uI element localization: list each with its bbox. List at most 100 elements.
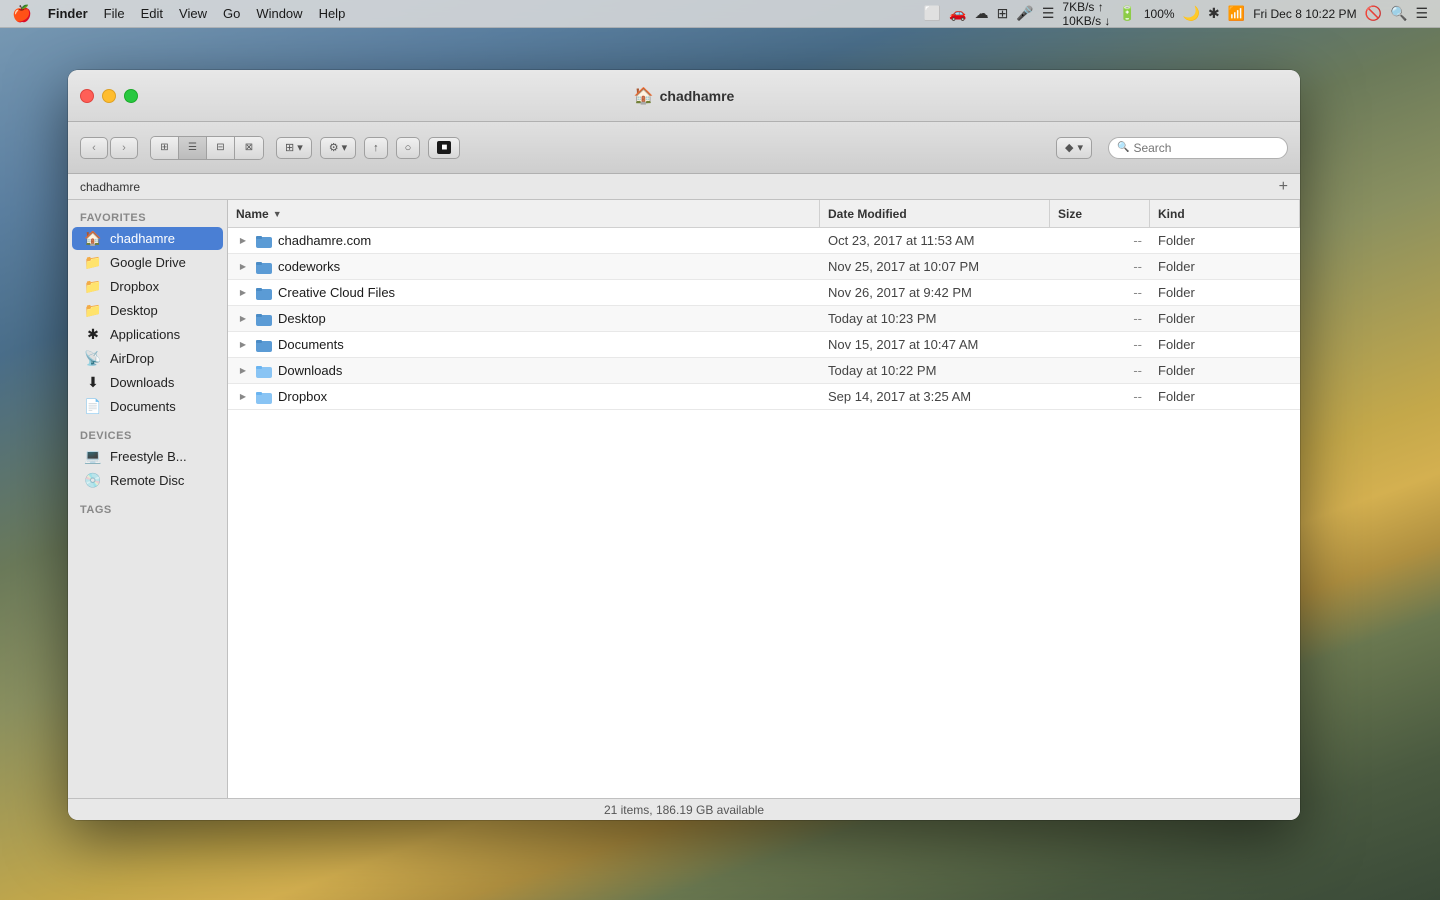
action-icon: ⊞ [285,141,294,154]
menubar-car-icon: 🚗 [949,5,966,22]
column-view-button[interactable]: ⊟ [207,137,235,159]
size-column-header[interactable]: Size [1050,200,1150,227]
statusbar-label: 21 items, 186.19 GB available [604,803,764,817]
apple-menu[interactable]: 🍎 [12,4,32,24]
menubar-view[interactable]: View [179,6,207,21]
date-column-header[interactable]: Date Modified [820,200,1050,227]
table-row[interactable]: ▶ Documents Nov 15, 2017 at 10:47 AM -- … [228,332,1300,358]
icon-view-button[interactable]: ⊞ [151,137,179,159]
table-row[interactable]: ▶ Downloads Today at 10:22 PM -- Folder [228,358,1300,384]
menubar-file[interactable]: File [104,6,125,21]
search-input[interactable] [1133,141,1279,155]
gallery-view-icon: ⊠ [245,142,253,153]
airdrop-icon: 📡 [84,350,102,367]
expand-arrow-icon[interactable]: ▶ [236,288,250,297]
file-rows-container: ▶ chadhamre.com Oct 23, 2017 at 11:53 AM… [228,228,1300,410]
expand-arrow-icon[interactable]: ▶ [236,366,250,375]
folder-icon [256,260,272,274]
menubar-list-icon: ☰ [1042,5,1055,22]
expand-arrow-icon[interactable]: ▶ [236,340,250,349]
menubar-edit[interactable]: Edit [141,6,163,21]
file-name-label: Downloads [278,363,342,378]
table-row[interactable]: ▶ chadhamre.com Oct 23, 2017 at 11:53 AM… [228,228,1300,254]
titlebar-home-icon: 🏠 [634,86,654,106]
toolbar-navigation: ‹ › [80,137,138,159]
kind-header-label: Kind [1158,207,1185,221]
forward-button[interactable]: › [110,137,138,159]
dropbox-arrow: ▾ [1077,141,1083,154]
file-kind-cell: Folder [1150,311,1300,326]
sidebar-item-desktop[interactable]: 📁 Desktop [72,299,223,322]
table-row[interactable]: ▶ Desktop Today at 10:23 PM -- Folder [228,306,1300,332]
sidebar-item-label-dropbox: Dropbox [110,279,159,294]
column-headers: Name ▼ Date Modified Size Kind [228,200,1300,228]
menubar-help[interactable]: Help [319,6,346,21]
menubar-finder[interactable]: Finder [48,6,88,21]
back-button[interactable]: ‹ [80,137,108,159]
remote-disc-icon: 💿 [84,472,102,489]
google-drive-icon: 📁 [84,254,102,271]
table-row[interactable]: ▶ codeworks Nov 25, 2017 at 10:07 PM -- … [228,254,1300,280]
name-column-header[interactable]: Name ▼ [228,200,820,227]
menubar-mic-icon: 🎤 [1016,5,1033,22]
kind-column-header[interactable]: Kind [1150,200,1300,227]
terminal-button[interactable]: ■ [428,137,460,159]
date-header-label: Date Modified [828,207,907,221]
folder-icon [256,312,272,326]
sidebar-item-dropbox[interactable]: 📁 Dropbox [72,275,223,298]
tag-button[interactable]: ○ [396,137,421,159]
settings-icon: ⚙ [329,141,339,154]
file-name-cell: ▶ Dropbox [228,389,820,404]
settings-button[interactable]: ⚙ ▾ [320,137,356,159]
menubar-moon-icon: 🌙 [1183,5,1200,22]
file-size-cell: -- [1050,389,1150,404]
table-row[interactable]: ▶ Dropbox Sep 14, 2017 at 3:25 AM -- Fol… [228,384,1300,410]
sidebar-section-devices: Devices [68,426,227,444]
finder-window: 🏠 chadhamre ‹ › ⊞ ☰ ⊟ ⊠ [68,70,1300,820]
freestyle-icon: 💻 [84,448,102,465]
empty-space [228,410,1300,798]
dropbox-button[interactable]: ◆ ▾ [1056,137,1092,159]
action-button[interactable]: ⊞ ▾ [276,137,312,159]
sidebar-item-google-drive[interactable]: 📁 Google Drive [72,251,223,274]
list-view-button[interactable]: ☰ [179,137,207,159]
sidebar-item-chadhamre[interactable]: 🏠 chadhamre [72,227,223,250]
sidebar-item-label-applications: Applications [110,327,180,342]
search-bar[interactable]: 🔍 [1108,137,1288,159]
menubar-go[interactable]: Go [223,6,240,21]
maximize-button[interactable] [124,89,138,103]
desktop-icon: 📁 [84,302,102,319]
add-tab-button[interactable]: + [1279,179,1288,195]
sidebar-item-applications[interactable]: ✱ Applications [72,323,223,346]
file-name-label: Creative Cloud Files [278,285,395,300]
expand-arrow-icon[interactable]: ▶ [236,392,250,401]
file-name-cell: ▶ chadhamre.com [228,233,820,248]
file-size-cell: -- [1050,233,1150,248]
menubar-menu-icon[interactable]: ☰ [1415,5,1428,22]
table-row[interactable]: ▶ Creative Cloud Files Nov 26, 2017 at 9… [228,280,1300,306]
expand-arrow-icon[interactable]: ▶ [236,262,250,271]
file-size-cell: -- [1050,259,1150,274]
menubar-battery-icon: 🔋 [1118,5,1135,22]
column-view-icon: ⊟ [216,142,224,153]
close-button[interactable] [80,89,94,103]
gallery-view-button[interactable]: ⊠ [235,137,263,159]
pathbar-label: chadhamre [80,180,140,194]
file-date-cell: Today at 10:22 PM [820,363,1050,378]
share-button[interactable]: ↑ [364,137,388,159]
downloads-icon: ⬇ [84,374,102,391]
menubar-search-icon[interactable]: 🔍 [1390,5,1407,22]
sidebar-item-remote-disc[interactable]: 💿 Remote Disc [72,469,223,492]
file-name-label: Desktop [278,311,326,326]
expand-arrow-icon[interactable]: ▶ [236,236,250,245]
sidebar-section-favorites: Favorites [68,208,227,226]
sidebar-item-freestyle-b[interactable]: 💻 Freestyle B... [72,445,223,468]
expand-arrow-icon[interactable]: ▶ [236,314,250,323]
sidebar-item-downloads[interactable]: ⬇ Downloads [72,371,223,394]
menubar-window[interactable]: Window [256,6,302,21]
sidebar: Favorites 🏠 chadhamre 📁 Google Drive 📁 D… [68,200,228,798]
folder-icon [256,390,272,404]
sidebar-item-airdrop[interactable]: 📡 AirDrop [72,347,223,370]
minimize-button[interactable] [102,89,116,103]
sidebar-item-documents[interactable]: 📄 Documents [72,395,223,418]
